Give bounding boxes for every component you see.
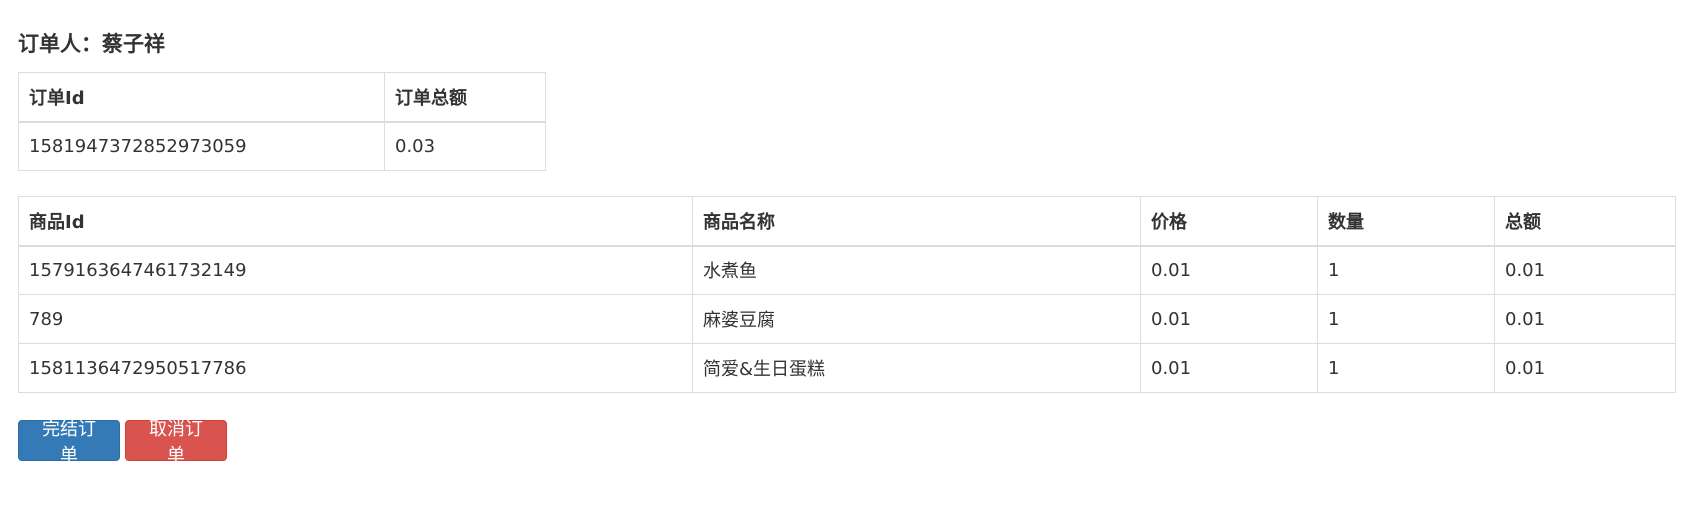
column-header-product-name: 商品名称 [692,196,1141,247]
order-summary-header-row: 订单Id 订单总额 [18,72,546,123]
column-header-product-id: 商品Id [18,196,693,247]
product-id-cell: 1581136472950517786 [18,343,693,393]
table-row: 789 麻婆豆腐 0.01 1 0.01 [18,294,1676,344]
orderer-heading: 订单人：蔡子祥 [18,32,165,56]
table-row: 1581136472950517786 简爱&生日蛋糕 0.01 1 0.01 [18,343,1676,393]
complete-order-button[interactable]: 完结订单 [18,419,120,466]
price-cell: 0.01 [1140,343,1318,393]
quantity-cell: 1 [1317,245,1495,295]
column-header-order-id: 订单Id [18,72,385,123]
amount-cell: 0.01 [1494,343,1676,393]
product-name-cell: 简爱&生日蛋糕 [692,343,1141,393]
quantity-cell: 1 [1317,343,1495,393]
order-summary-table: 订单Id 订单总额 1581947372852973059 0.03 [18,72,546,171]
column-header-price: 价格 [1140,196,1318,247]
order-actions: 完结订单 取消订单 [18,419,227,466]
quantity-cell: 1 [1317,294,1495,344]
column-header-quantity: 数量 [1317,196,1495,247]
product-name-cell: 麻婆豆腐 [692,294,1141,344]
product-name-cell: 水煮鱼 [692,245,1141,295]
cancel-order-button[interactable]: 取消订单 [125,419,227,466]
order-detail-page: 订单人：蔡子祥 订单Id 订单总额 1581947372852973059 0.… [0,0,1695,510]
table-row: 1579163647461732149 水煮鱼 0.01 1 0.01 [18,245,1676,295]
order-total-cell: 0.03 [384,121,546,171]
order-items-table: 商品Id 商品名称 价格 数量 总额 1579163647461732149 水… [18,196,1676,393]
product-id-cell: 789 [18,294,693,344]
amount-cell: 0.01 [1494,294,1676,344]
price-cell: 0.01 [1140,294,1318,344]
column-header-order-total: 订单总额 [384,72,546,123]
order-items-header-row: 商品Id 商品名称 价格 数量 总额 [18,196,1676,247]
order-id-cell: 1581947372852973059 [18,121,385,171]
amount-cell: 0.01 [1494,245,1676,295]
column-header-amount: 总额 [1494,196,1676,247]
product-id-cell: 1579163647461732149 [18,245,693,295]
table-row: 1581947372852973059 0.03 [18,121,546,171]
price-cell: 0.01 [1140,245,1318,295]
